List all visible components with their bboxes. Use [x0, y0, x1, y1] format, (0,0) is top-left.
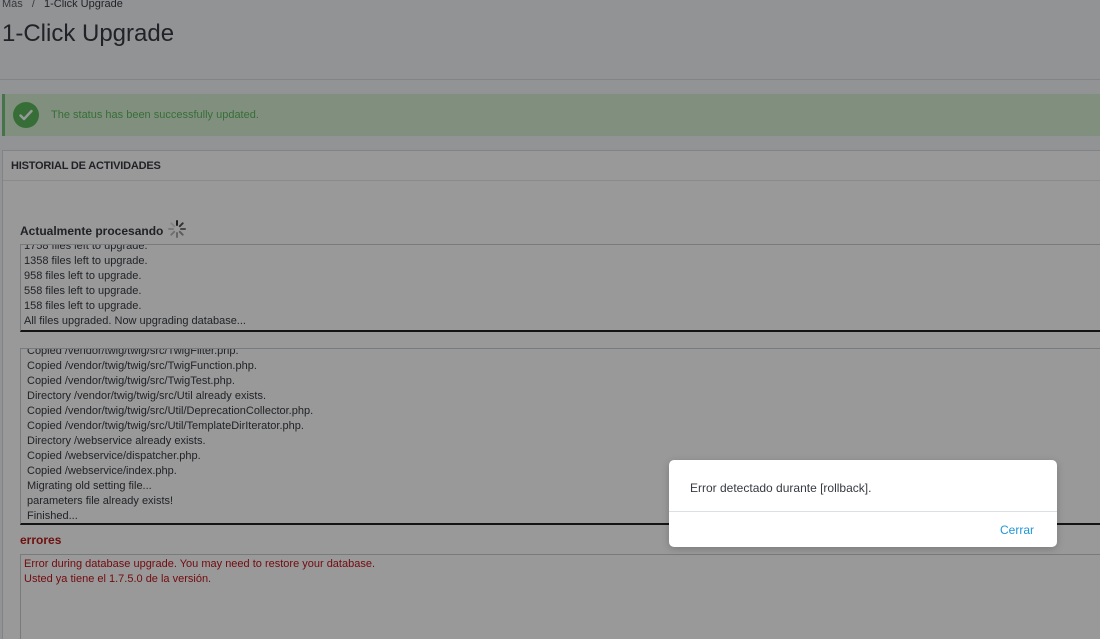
page: Más / 1-Click Upgrade 1-Click Upgrade Th… [0, 0, 1100, 639]
error-dialog: Error detectado durante [rollback]. Cerr… [669, 460, 1057, 547]
dialog-message: Error detectado durante [rollback]. [669, 460, 1057, 512]
dialog-footer: Cerrar [669, 512, 1057, 547]
close-button[interactable]: Cerrar [1000, 523, 1034, 537]
